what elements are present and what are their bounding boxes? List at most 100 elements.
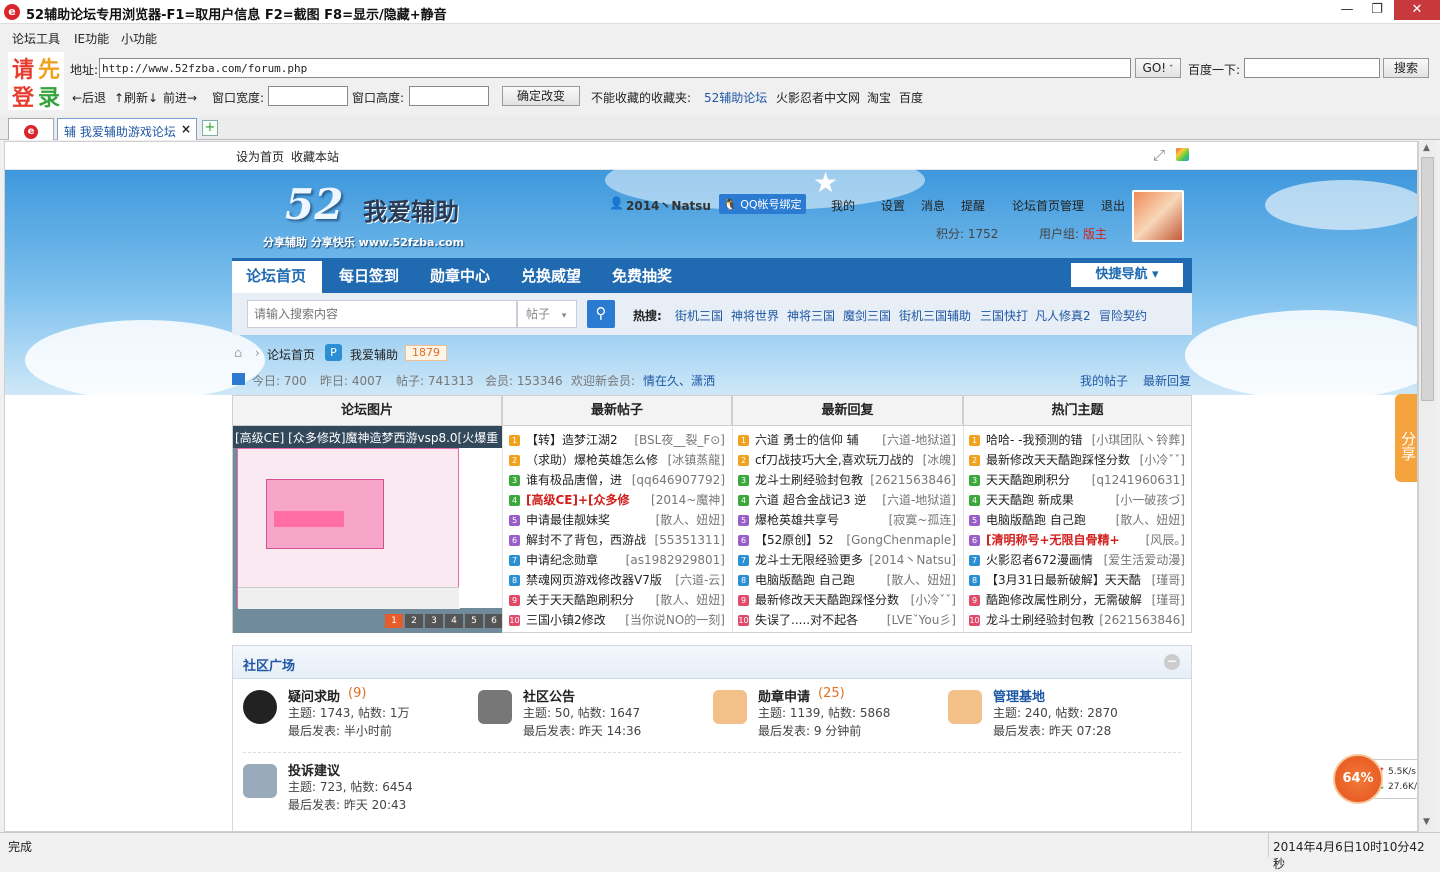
slide-page[interactable]: 2 (405, 614, 423, 628)
topic-title[interactable]: 【3月31日最新破解】天天酷 (986, 573, 1141, 587)
topic-author[interactable]: [2014~魔神] (647, 492, 725, 508)
topic-title[interactable]: 酷跑修改属性刷分，无需破解 (986, 593, 1142, 607)
forum-name[interactable]: 投诉建议 (288, 760, 340, 779)
medal-forum-icon[interactable] (713, 690, 747, 724)
confirm-change-button[interactable]: 确定改变 (502, 86, 580, 106)
latest-post-item[interactable]: 1 【转】造梦江湖2 [BSL夜__裂_F⊙] (509, 432, 725, 448)
forum-last-post[interactable]: 最后发表: 9 分钟前 (758, 722, 861, 739)
forward-button[interactable]: 前进→ (163, 89, 197, 106)
slide-caption[interactable]: [高级CE] [众多修改]魔神造梦西游vsp8.0[火爆重 (233, 426, 502, 448)
new-member-link[interactable]: 情在久、潇洒 (643, 372, 715, 389)
feedback-forum-icon[interactable] (243, 764, 277, 798)
latest-post-item[interactable]: 7 申请纪念勋章 [as1982929801] (509, 552, 725, 568)
fav-link[interactable]: 火影忍者中文网 (776, 89, 860, 106)
nav-forum-home[interactable]: 论坛首页 (246, 265, 306, 286)
bookmark-site-link[interactable]: 收藏本站 (291, 148, 339, 165)
topic-author[interactable]: [当你说NO的一刻] (621, 612, 725, 628)
topic-author[interactable]: [小一破孩づ] (1111, 492, 1185, 508)
hot-topic-item[interactable]: 5 电脑版酷跑 自己跑 [散人、妞妞] (969, 512, 1185, 528)
forum-last-post[interactable]: 最后发表: 昨天 20:43 (288, 796, 406, 813)
topic-author[interactable]: [小冷ˇˇ] (906, 592, 956, 608)
hot-search-link[interactable]: 街机三国辅助 (899, 307, 971, 324)
hot-topic-item[interactable]: 1 哈哈- -我预测的错 [小琪团队丶铃葬] (969, 432, 1185, 448)
topic-author[interactable]: [2621563846] (866, 472, 956, 488)
fullscreen-icon[interactable]: ⤢ (1153, 146, 1165, 164)
topic-author[interactable]: [BSL夜__裂_F⊙] (630, 432, 725, 448)
topic-author[interactable]: [六道-地狱道] (878, 492, 956, 508)
user-points[interactable]: 积分: 1752 (936, 225, 998, 242)
topic-title[interactable]: 解封不了背包，西游战 (526, 533, 646, 547)
topic-title[interactable]: 龙斗士无限经验更多 (755, 553, 863, 567)
username[interactable]: 2014丶Natsu (626, 197, 711, 214)
hot-topic-item[interactable]: 7 火影忍者672漫画情 [爱生活爱动漫] (969, 552, 1185, 568)
theme-color-icon[interactable] (1176, 148, 1189, 161)
topic-title[interactable]: 龙斗士刷经验封包教 (755, 473, 863, 487)
hot-search-link[interactable]: 冒险契约 (1099, 307, 1147, 324)
topic-title[interactable]: 哈哈- -我预测的错 (986, 433, 1082, 447)
slide-page[interactable]: 1 (385, 614, 403, 628)
refresh-button[interactable]: ↑刷新↓ (114, 89, 158, 106)
topic-title[interactable]: 天天酷跑 新成果 (986, 493, 1074, 507)
latest-reply-item[interactable]: 3 龙斗士刷经验封包教 [2621563846] (738, 472, 956, 488)
slide-page[interactable]: 6 (485, 614, 502, 628)
topic-title[interactable]: [清明称号+无限自骨精+ (986, 533, 1120, 547)
topic-title[interactable]: 最新修改天天酷跑踩怪分数 (986, 453, 1130, 467)
topic-title[interactable]: 龙斗士刷经验封包教 (986, 613, 1094, 627)
latest-reply-link[interactable]: 最新回复 (1143, 372, 1191, 389)
topic-title[interactable]: 申请纪念勋章 (526, 553, 598, 567)
fav-link[interactable]: 52辅助论坛 (704, 89, 767, 106)
forum-name[interactable]: 疑问求助 (288, 686, 340, 705)
hot-topic-item[interactable]: 2 最新修改天天酷跑踩怪分数 [小冷ˇˇ] (969, 452, 1185, 468)
topic-title[interactable]: [高级CE]+[众多修 (526, 493, 630, 507)
topic-title[interactable]: 禁魂网页游戏修改器V7版 (526, 573, 662, 587)
hot-search-link[interactable]: 神将世界 (731, 307, 779, 324)
topic-author[interactable]: [2014丶Natsu] (865, 552, 956, 568)
topic-title[interactable]: 爆枪英雄共享号 (755, 513, 839, 527)
topic-author[interactable]: [风辰。] (1141, 532, 1185, 548)
latest-post-item[interactable]: 3 谁有极品唐僧，进 [qq646907792] (509, 472, 725, 488)
topic-title[interactable]: 六道 勇士的信仰 辅 (755, 433, 859, 447)
hot-search-link[interactable]: 凡人修真2 (1035, 307, 1091, 324)
hot-topic-item[interactable]: 6 [清明称号+无限自骨精+ [风辰。] (969, 532, 1185, 548)
fav-link[interactable]: 百度 (899, 89, 923, 106)
menu-small-functions[interactable]: 小功能 (121, 30, 157, 47)
topic-author[interactable]: [散人、妞妞] (1111, 512, 1185, 528)
topic-author[interactable]: [六道-地狱道] (878, 432, 956, 448)
hot-search-link[interactable]: 三国快打 (980, 307, 1028, 324)
image-slideshow[interactable]: [高级CE] [众多修改]魔神造梦西游vsp8.0[火爆重 1 2 3 4 5 … (233, 426, 502, 633)
memory-usage-badge[interactable]: 64% (1333, 754, 1383, 804)
topic-title[interactable]: 六道 超合金战记3 逆 (755, 493, 866, 507)
tab-close-icon[interactable]: × (181, 122, 191, 136)
collapse-icon[interactable]: − (1164, 654, 1180, 670)
nav-exchange[interactable]: 兑换威望 (521, 265, 581, 286)
qq-bind-button[interactable]: 🐧 QQ帐号绑定 (719, 194, 806, 214)
share-tab[interactable]: 分享 (1395, 394, 1417, 482)
forum-name[interactable]: 管理基地 (993, 686, 1045, 705)
topic-author[interactable]: [LVEˇYou彡] (882, 612, 956, 628)
user-link-settings[interactable]: 设置 (881, 197, 905, 214)
topic-title[interactable]: cf刀战技巧大全,喜欢玩刀战的 (755, 453, 914, 467)
home-icon[interactable]: ⌂ (234, 346, 242, 361)
topic-author[interactable]: [散人、妞妞] (651, 592, 725, 608)
slide-page[interactable]: 4 (445, 614, 463, 628)
avatar[interactable] (1132, 190, 1184, 242)
nav-medal-center[interactable]: 勋章中心 (430, 265, 490, 286)
menu-ie-functions[interactable]: IE功能 (74, 30, 109, 47)
nav-daily-signin[interactable]: 每日签到 (339, 265, 399, 286)
search-type-select[interactable]: 帖子 ▾ (517, 300, 577, 328)
user-link-messages[interactable]: 消息 (921, 197, 945, 214)
slide-page[interactable]: 3 (425, 614, 443, 628)
topic-title[interactable]: 【52原创】52 (755, 533, 834, 547)
topic-author[interactable]: [爱生活爱动漫] (1099, 552, 1185, 568)
breadcrumb-forum[interactable]: 我爱辅助 (350, 346, 398, 363)
forum-name[interactable]: 社区公告 (523, 686, 575, 705)
tab-forum[interactable]: 辅 我爱辅助游戏论坛 × (57, 118, 197, 140)
topic-author[interactable]: [冰镇蒸龍] (663, 452, 725, 468)
topic-author[interactable]: [2621563846] (1095, 612, 1185, 628)
admin-forum-icon[interactable] (948, 690, 982, 724)
my-posts-link[interactable]: 我的帖子 (1080, 372, 1128, 389)
topic-title[interactable]: 谁有极品唐僧，进 (526, 473, 622, 487)
topic-title[interactable]: 最新修改天天酷跑踩怪分数 (755, 593, 899, 607)
forum-last-post[interactable]: 最后发表: 昨天 07:28 (993, 722, 1111, 739)
topic-author[interactable]: [寂寞~孤连] (884, 512, 956, 528)
